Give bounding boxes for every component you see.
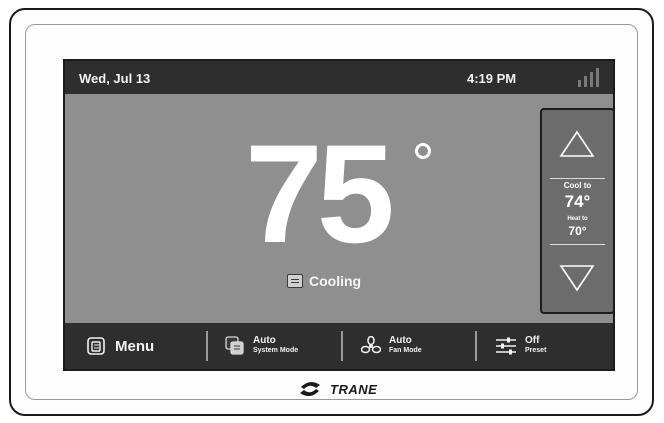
preset-label: Preset (525, 347, 547, 354)
menu-label: Menu (115, 337, 155, 355)
date-label: Wed, Jul 13 (79, 71, 151, 86)
fan-mode-label: Fan Mode (389, 347, 422, 354)
menu-button[interactable]: Menu (87, 323, 154, 369)
bottom-bar: Menu Auto System Mode Auto Fan Mode Off … (65, 323, 613, 369)
cooling-icon (287, 274, 303, 288)
signal-bars-icon (578, 68, 599, 87)
preset-value: Off (525, 335, 540, 346)
increase-setpoint-button[interactable] (542, 110, 613, 178)
system-mode-button[interactable]: Auto System Mode (225, 323, 298, 369)
sliders-icon (496, 337, 516, 355)
status-bar: Wed, Jul 13 4:19 PM (65, 61, 613, 94)
heat-to-label: Heat to (567, 216, 588, 222)
tab-separator (475, 331, 477, 361)
preset-button[interactable]: Off Preset (495, 323, 546, 369)
cool-to-label: Cool to (563, 181, 592, 190)
degree-symbol (415, 143, 431, 159)
fan-icon (361, 336, 381, 354)
system-status: Cooling (287, 273, 361, 289)
menu-icon (87, 337, 105, 355)
system-mode-label: System Mode (253, 347, 299, 354)
current-temperature-value: 75 (245, 115, 395, 272)
system-mode-icon (225, 336, 244, 355)
tab-separator (206, 331, 208, 361)
system-status-label: Cooling (309, 273, 362, 289)
cool-setpoint-value: 74° (564, 192, 591, 211)
brand-logo: TRANE (296, 378, 377, 400)
system-mode-value: Auto (253, 335, 276, 346)
down-arrow-icon (559, 265, 595, 292)
up-arrow-icon (559, 130, 595, 157)
decrease-setpoint-button[interactable] (542, 244, 613, 312)
thermostat-screen: Wed, Jul 13 4:19 PM 75 Cooling Cool to 7… (63, 59, 615, 371)
tab-separator (341, 331, 343, 361)
brand-name: TRANE (330, 381, 378, 397)
fan-mode-button[interactable]: Auto Fan Mode (361, 323, 422, 369)
fan-mode-value: Auto (389, 335, 412, 346)
setpoint-divider-top (550, 178, 605, 179)
setpoint-panel: Cool to 74° Heat to 70° (540, 108, 613, 314)
current-temperature: 75 (245, 119, 415, 269)
trane-logo-icon (300, 381, 320, 397)
time-label: 4:19 PM (467, 71, 517, 86)
heat-setpoint-value: 70° (568, 224, 587, 238)
